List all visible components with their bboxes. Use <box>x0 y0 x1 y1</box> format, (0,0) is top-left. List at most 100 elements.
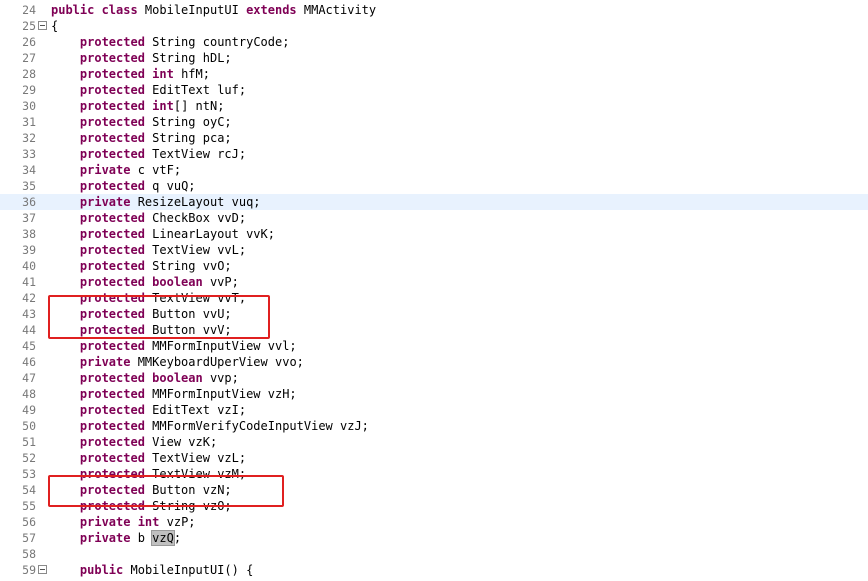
line-number: 32 <box>22 131 36 145</box>
code-line[interactable]: 37 protected CheckBox vvD; <box>0 210 868 226</box>
code-line[interactable]: 56 private int vzP; <box>0 514 868 530</box>
code-identifier: vzP; <box>159 515 196 529</box>
code-line[interactable]: 27 protected String hDL; <box>0 50 868 66</box>
code-keyword: protected <box>79 275 145 289</box>
code-line[interactable]: 36 private ResizeLayout vuq; <box>0 194 868 210</box>
code-text: protected CheckBox vvD; <box>51 210 246 226</box>
line-number: 25 <box>22 19 36 33</box>
code-identifier: [] ntN; <box>173 99 225 113</box>
code-line[interactable]: 49 protected EditText vzI; <box>0 402 868 418</box>
code-keyword: public <box>79 563 124 577</box>
code-identifier: vuq; <box>224 195 261 209</box>
code-keyword: protected <box>79 115 145 129</box>
code-type: String <box>144 131 196 145</box>
code-text: private int vzP; <box>51 514 196 530</box>
code-identifier: vvL; <box>209 243 247 257</box>
line-number: 54 <box>22 483 36 497</box>
line-number: 53 <box>22 467 36 481</box>
code-line[interactable]: 31 protected String oyC; <box>0 114 868 130</box>
line-number: 26 <box>22 35 36 49</box>
code-line[interactable]: 51 protected View vzK; <box>0 434 868 450</box>
code-line[interactable]: 38 protected LinearLayout vvK; <box>0 226 868 242</box>
code-selection-highlight: vzQ <box>151 530 175 546</box>
code-text: private ResizeLayout vuq; <box>51 194 261 210</box>
code-type: MMKeyboardUperView <box>130 355 268 369</box>
code-type: MMFormVerifyCodeInputView <box>144 419 333 433</box>
fold-toggle-icon[interactable] <box>38 565 47 574</box>
code-line[interactable]: 45 protected MMFormInputView vvl; <box>0 338 868 354</box>
code-text: protected TextView vvL; <box>51 242 246 258</box>
code-line[interactable]: 58 <box>0 546 868 562</box>
line-number: 41 <box>22 275 36 289</box>
code-line[interactable]: 40 protected String vvO; <box>0 258 868 274</box>
code-text: private b vzQ; <box>51 530 181 546</box>
code-line[interactable]: 28 protected int hfM; <box>0 66 868 82</box>
code-type: TextView <box>144 451 210 465</box>
code-line[interactable]: 39 protected TextView vvL; <box>0 242 868 258</box>
code-line[interactable]: 33 protected TextView rcJ; <box>0 146 868 162</box>
code-keyword: private <box>79 355 131 369</box>
code-line[interactable]: 59 public MobileInputUI() { <box>0 562 868 578</box>
line-number: 24 <box>22 3 36 17</box>
code-text: protected q vuQ; <box>51 178 196 194</box>
code-keyword: int <box>144 99 174 113</box>
line-number: 28 <box>22 67 36 81</box>
code-text: protected TextView vzL; <box>51 450 246 466</box>
code-line[interactable]: 48 protected MMFormInputView vzH; <box>0 386 868 402</box>
code-line[interactable]: 52 protected TextView vzL; <box>0 450 868 466</box>
code-line[interactable]: 30 protected int[] ntN; <box>0 98 868 114</box>
code-line[interactable]: 24 public class MobileInputUI extends MMA… <box>0 2 868 18</box>
code-keyword: protected <box>79 339 145 353</box>
annotation-box-1 <box>48 295 270 339</box>
code-text: protected MMFormInputView vzH; <box>51 386 297 402</box>
code-text: protected String countryCode; <box>51 34 290 50</box>
code-type: b <box>130 531 145 545</box>
code-line[interactable]: 25 { <box>0 18 868 34</box>
code-line[interactable]: 26 protected String countryCode; <box>0 34 868 50</box>
code-line[interactable]: 46 private MMKeyboardUperView vvo; <box>0 354 868 370</box>
code-type: c <box>130 163 145 177</box>
line-number: 57 <box>22 531 36 545</box>
line-number: 44 <box>22 323 36 337</box>
code-keyword: extends <box>246 3 297 17</box>
line-number: 35 <box>22 179 36 193</box>
code-line[interactable]: 50 protected MMFormVerifyCodeInputView v… <box>0 418 868 434</box>
code-identifier: vvo; <box>267 355 304 369</box>
code-identifier: vvO; <box>195 259 232 273</box>
code-identifier: vvD; <box>209 211 247 225</box>
code-line[interactable]: 47 protected boolean vvp; <box>0 370 868 386</box>
code-type: String <box>144 115 196 129</box>
line-number: 49 <box>22 403 36 417</box>
code-type: MobileInputUI <box>137 3 247 17</box>
fold-toggle-icon[interactable] <box>38 21 47 30</box>
code-line[interactable]: 41 protected boolean vvP; <box>0 274 868 290</box>
code-line[interactable]: 35 protected q vuQ; <box>0 178 868 194</box>
code-identifier: pca; <box>195 131 232 145</box>
line-number: 50 <box>22 419 36 433</box>
code-identifier: vvK; <box>238 227 275 241</box>
line-number: 56 <box>22 515 36 529</box>
code-text: protected String oyC; <box>51 114 232 130</box>
code-identifier: oyC; <box>195 115 232 129</box>
line-number: 55 <box>22 499 36 513</box>
code-line[interactable]: 34 private c vtF; <box>0 162 868 178</box>
code-line[interactable]: 29 protected EditText luf; <box>0 82 868 98</box>
line-number: 34 <box>22 163 36 177</box>
code-identifier: vtF; <box>144 163 182 177</box>
code-text: protected MMFormInputView vvl; <box>51 338 297 354</box>
line-number: 51 <box>22 435 36 449</box>
code-line[interactable]: 57 private b vzQ; <box>0 530 868 546</box>
code-line[interactable]: 32 protected String pca; <box>0 130 868 146</box>
